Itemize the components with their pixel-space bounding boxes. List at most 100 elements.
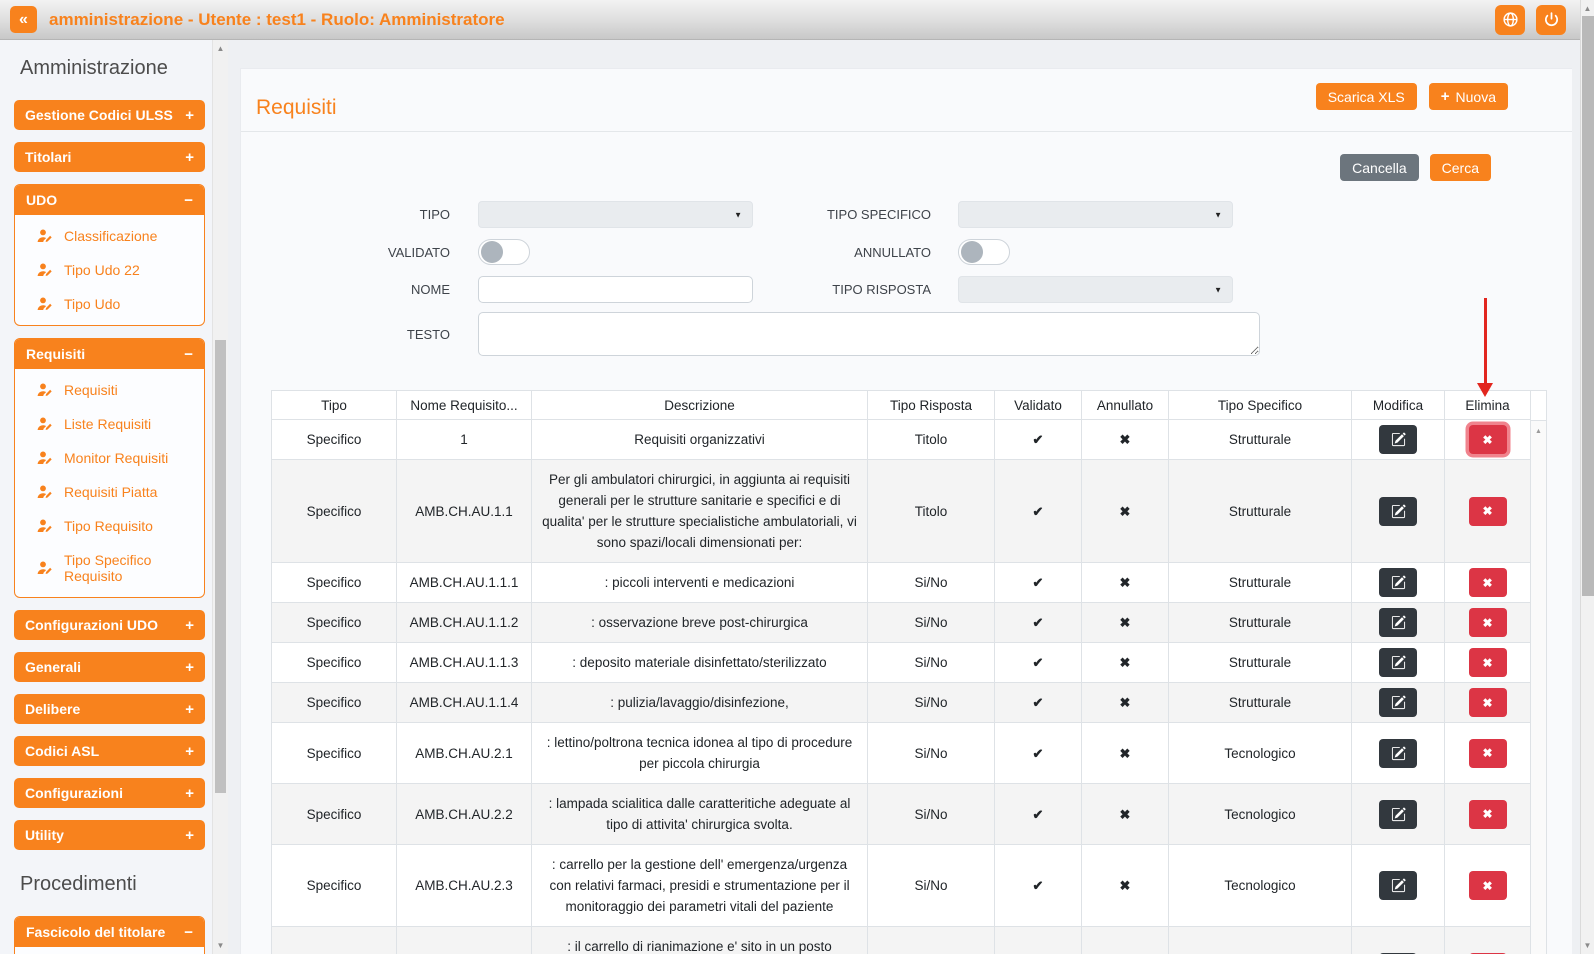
scroll-up-arrow[interactable]: ▲: [213, 44, 228, 53]
table-row: Specifico 1 Requisiti organizzativi Titolo ✔…: [271, 419, 1531, 460]
cell-tipo-risposta: Si/No: [867, 682, 995, 723]
sidebar-item-liste-requisiti[interactable]: Liste Requisiti: [15, 407, 204, 441]
cell-nome-requisito: AMB.CH.AU.2.3: [396, 844, 532, 927]
edit-button[interactable]: [1379, 496, 1417, 526]
column-header-nome-requisito[interactable]: Nome Requisito...: [396, 390, 532, 420]
cerca-button[interactable]: Cerca: [1429, 154, 1491, 181]
cell-nome-requisito: AMB.CH.AU.1.1.4: [396, 682, 532, 723]
pencil-square-icon: [1391, 503, 1406, 518]
edit-button[interactable]: [1379, 799, 1417, 829]
sidebar-group-button-udo[interactable]: UDO −: [15, 185, 204, 215]
sidebar-item-classificazione[interactable]: Classificazione: [15, 219, 204, 253]
column-header-annullato[interactable]: Annullato: [1081, 390, 1169, 420]
scroll-up-arrow[interactable]: ▲: [1531, 428, 1546, 435]
tipo-risposta-label: TIPO RISPOSTA: [832, 282, 931, 297]
sidebar-group-button-configurazioni[interactable]: Configurazioni +: [14, 778, 205, 808]
scroll-up-arrow[interactable]: ▲: [1581, 4, 1594, 13]
column-header-tipo[interactable]: Tipo: [271, 390, 397, 420]
cancella-button[interactable]: Cancella: [1340, 154, 1419, 181]
edit-button[interactable]: [1379, 425, 1417, 454]
edit-button[interactable]: [1379, 648, 1417, 677]
tipo-specifico-select[interactable]: ▼: [958, 201, 1233, 228]
cell-validato: ✔: [994, 459, 1082, 563]
page-scrollbar[interactable]: ▲ ▼: [1580, 0, 1594, 954]
sidebar-item-requisiti[interactable]: Requisiti: [15, 373, 204, 407]
edit-button[interactable]: [1379, 568, 1417, 597]
scroll-down-arrow[interactable]: ▼: [1581, 941, 1594, 950]
column-header-validato[interactable]: Validato: [994, 390, 1082, 420]
validato-label: VALIDATO: [387, 244, 450, 260]
scrollbar-thumb[interactable]: [215, 340, 226, 793]
delete-button[interactable]: ✖: [1468, 608, 1507, 637]
cell-descrizione: : pulizia/lavaggio/disinfezione,: [531, 682, 868, 723]
sidebar-item-tipo-udo[interactable]: Tipo Udo: [15, 287, 204, 321]
nuova-button[interactable]: + Nuova: [1428, 83, 1508, 110]
delete-button[interactable]: ✖: [1468, 688, 1507, 717]
edit-button[interactable]: [1379, 871, 1417, 900]
scarica-xls-button[interactable]: Scarica XLS: [1315, 83, 1417, 110]
annullato-toggle[interactable]: [958, 239, 1010, 265]
sidebar-group-button-delibere[interactable]: Delibere +: [14, 694, 205, 724]
language-globe-button[interactable]: [1495, 4, 1525, 35]
cell-validato: ✔: [994, 722, 1082, 784]
tipo-specifico-label: TIPO SPECIFICO: [826, 207, 931, 222]
cell-modifica: [1351, 459, 1445, 563]
delete-button[interactable]: ✖: [1468, 648, 1507, 677]
nome-input[interactable]: [478, 276, 753, 303]
cell-tipo: Specifico: [271, 926, 397, 954]
delete-button[interactable]: ✖: [1468, 496, 1507, 526]
validato-toggle[interactable]: [478, 239, 530, 265]
column-header-tipo-specifico[interactable]: Tipo Specifico: [1168, 390, 1352, 420]
sidebar-group-button-titolari[interactable]: Titolari +: [14, 142, 205, 172]
chevron-down-icon: ▼: [1214, 210, 1222, 219]
sidebar-group-button-requisiti[interactable]: Requisiti −: [15, 339, 204, 369]
cell-elimina: ✖: [1444, 722, 1531, 784]
sidebar-scrollbar[interactable]: ▲ ▼: [212, 40, 228, 954]
logout-power-button[interactable]: [1536, 4, 1566, 35]
scrollbar-thumb[interactable]: [1582, 16, 1594, 596]
sidebar-item-tipo-specifico-requisito[interactable]: Tipo Specifico Requisito: [15, 543, 204, 593]
sidebar-group-button-utility[interactable]: Utility +: [14, 820, 205, 850]
sidebar-collapse-button[interactable]: «: [10, 6, 37, 33]
cell-elimina: ✖: [1444, 459, 1531, 563]
sidebar-item-tipo-requisito[interactable]: Tipo Requisito: [15, 509, 204, 543]
tipo-select[interactable]: ▼: [478, 201, 753, 228]
delete-button[interactable]: ✖: [1468, 568, 1507, 597]
sidebar-group-button-fascicolo-del-titolare[interactable]: Fascicolo del titolare −: [15, 917, 204, 947]
delete-button[interactable]: ✖: [1468, 425, 1507, 454]
sidebar-group-button-codici-asl[interactable]: Codici ASL +: [14, 736, 205, 766]
cell-elimina: ✖: [1444, 642, 1531, 683]
delete-button[interactable]: ✖: [1468, 799, 1507, 829]
table-scrollbar[interactable]: ▲: [1530, 390, 1547, 954]
edit-button[interactable]: [1379, 688, 1417, 717]
table-row: SpecificoAMB.CH.AU.2.4: il carrello di r…: [271, 926, 1531, 954]
sidebar-group-button-generali[interactable]: Generali +: [14, 652, 205, 682]
cell-nome-requisito: AMB.CH.AU.1.1.2: [396, 602, 532, 643]
testo-textarea[interactable]: [478, 312, 1260, 356]
edit-button[interactable]: [1379, 738, 1417, 768]
sidebar: Amministrazione Gestione Codici ULSS + Tit…: [0, 40, 212, 954]
cell-modifica: [1351, 722, 1445, 784]
cell-tipo-specifico: Tecnologico: [1168, 783, 1352, 845]
sidebar-group-button-configurazioni-udo[interactable]: Configurazioni UDO +: [14, 610, 205, 640]
cell-tipo-specifico: Strutturale: [1168, 419, 1352, 460]
sidebar-item-label: Monitor Requisiti: [64, 450, 169, 466]
column-header-tipo-risposta[interactable]: Tipo Risposta: [867, 390, 995, 420]
column-header-descrizione[interactable]: Descrizione: [531, 390, 868, 420]
scroll-down-arrow[interactable]: ▼: [213, 941, 228, 950]
delete-button[interactable]: ✖: [1468, 871, 1507, 900]
edit-button[interactable]: [1379, 608, 1417, 637]
sidebar-item-monitor-requisiti[interactable]: Monitor Requisiti: [15, 441, 204, 475]
cell-tipo-specifico: Tecnologico: [1168, 722, 1352, 784]
tipo-risposta-select[interactable]: ▼: [958, 276, 1233, 303]
delete-x-icon: ✖: [1482, 655, 1493, 670]
cell-elimina: ✖: [1444, 602, 1531, 643]
header-buttons: Scarica XLS + Nuova: [1315, 83, 1508, 110]
sidebar-item-requisiti-piatta[interactable]: Requisiti Piatta: [15, 475, 204, 509]
sidebar-item-tipo-udo-22[interactable]: Tipo Udo 22: [15, 253, 204, 287]
cell-nome-requisito: AMB.CH.AU.1.1.1: [396, 562, 532, 603]
column-header-modifica: Modifica: [1351, 390, 1445, 420]
delete-button[interactable]: ✖: [1468, 738, 1507, 768]
cell-tipo: Specifico: [271, 722, 397, 784]
sidebar-group-button-gestione-codici-ulss[interactable]: Gestione Codici ULSS +: [14, 100, 205, 130]
